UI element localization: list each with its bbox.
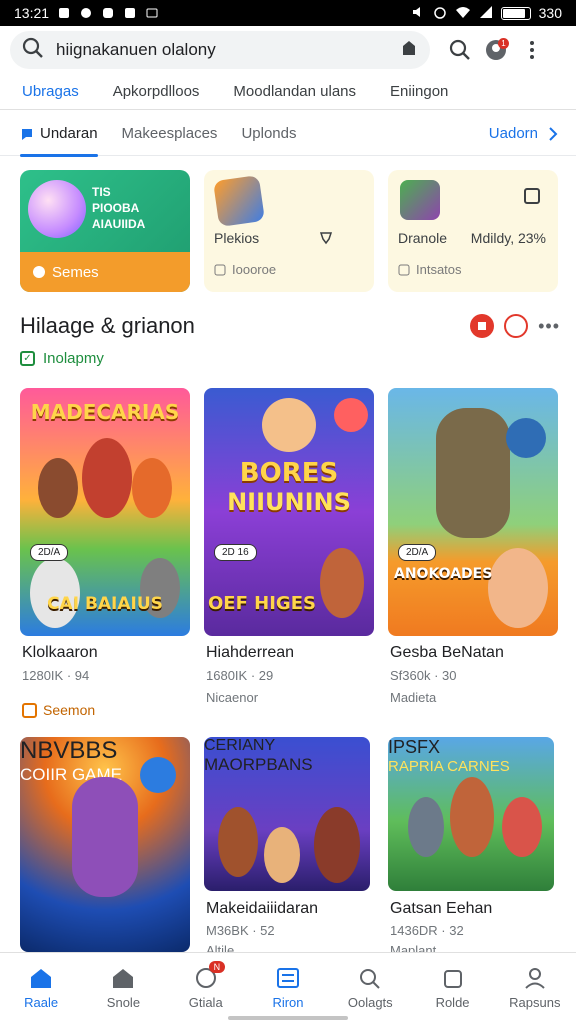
- home-icon: [31, 969, 52, 988]
- game-thumbnail: MADECARIAS 2D/A CAI BAIAIUS: [20, 388, 190, 636]
- promo-name: Dranole: [398, 230, 448, 246]
- games-grid-row2: NBVBBS COIIR GAME CERIANY MAORPBANS Make…: [20, 737, 560, 958]
- circle-icon: [79, 6, 93, 20]
- bag-icon: [443, 970, 462, 988]
- game-card[interactable]: BORES NIIUNINS 2D 16 OEF HIGES Hiahderre…: [204, 388, 374, 728]
- check-icon: [123, 6, 137, 20]
- battery-icon: [500, 6, 531, 20]
- game-card[interactable]: IPSFX RAPRIA CARNES Gatsan Eehan 1436DR …: [388, 737, 558, 958]
- account-button[interactable]: 1: [478, 32, 514, 68]
- signal-icon: [479, 5, 493, 22]
- nav-badge: N: [208, 961, 226, 973]
- game-thumbnail: NBVBBS COIIR GAME: [20, 737, 190, 952]
- promo-card-dranole[interactable]: Dranole Mdildy, 23% Intsatos: [388, 170, 558, 292]
- game-controller-icon[interactable]: [504, 314, 529, 338]
- game-thumbnail: IPSFX RAPRIA CARNES: [388, 737, 554, 891]
- subtab-undaran[interactable]: Undaran: [20, 112, 98, 157]
- chip-icon: [22, 702, 37, 718]
- game-thumbnail: BORES NIIUNINS 2D 16 OEF HIGES: [204, 388, 374, 636]
- notification-icon: [57, 6, 71, 20]
- battery-level: [502, 8, 526, 18]
- games-grid-row1: MADECARIAS 2D/A CAI BAIAIUS Klolkaaron 1…: [20, 388, 560, 728]
- search-button[interactable]: [442, 32, 478, 68]
- mute-icon: [411, 5, 425, 22]
- nav-gtiala[interactable]: N Gtiala: [165, 953, 247, 1024]
- section-header: Hilaage & grianon •••: [20, 310, 560, 342]
- promo-lines: TIS PIOOBA AIAUIIDA: [92, 185, 146, 231]
- tab-apkorpdlloos[interactable]: Apkorpdlloos: [113, 83, 200, 100]
- tab-ubragas[interactable]: Ubragas: [22, 83, 79, 100]
- wifi-icon: [455, 5, 471, 22]
- search-icon: [22, 37, 44, 64]
- status-time: 13:21: [14, 5, 50, 21]
- notification-dot: 1: [498, 38, 509, 49]
- subtab-uplonds[interactable]: Uplonds: [241, 112, 296, 156]
- image-icon: [145, 6, 159, 20]
- bottom-navigation: Raale Snole N Gtiala Riron Oolagts Rolde…: [0, 952, 576, 1024]
- seemon-chip[interactable]: Seemon: [22, 702, 95, 718]
- nav-oolagts[interactable]: Oolagts: [329, 953, 411, 1024]
- search-header: hiignakanuen olalony 1: [0, 26, 576, 74]
- more-menu-button[interactable]: [514, 32, 550, 68]
- search-bar[interactable]: hiignakanuen olalony: [10, 31, 430, 69]
- mascot-image: [28, 180, 86, 238]
- nav-riron[interactable]: Riron: [247, 953, 329, 1024]
- smile-icon: [33, 266, 45, 278]
- nav-snole[interactable]: Snole: [82, 953, 164, 1024]
- section-title: Hilaage & grianon: [20, 313, 195, 338]
- pin-icon[interactable]: [318, 230, 334, 249]
- game-card[interactable]: 2D/A ANOKOADES Gesba BeNatan Sf360k · 30…: [388, 388, 558, 728]
- check-icon: ✓: [20, 351, 35, 366]
- chat-icon: [22, 128, 32, 140]
- home-indicator[interactable]: [228, 1016, 348, 1020]
- nav-raale[interactable]: Raale: [0, 953, 82, 1024]
- promo-footer: Semes: [20, 252, 190, 292]
- app-icon: [101, 6, 115, 20]
- tab-moodlandan[interactable]: Moodlandan ulans: [233, 83, 356, 100]
- alarm-icon: [433, 5, 447, 22]
- nav-rapsuns[interactable]: Rapsuns: [494, 953, 576, 1024]
- game-card[interactable]: NBVBBS COIIR GAME: [20, 737, 190, 952]
- record-button[interactable]: [470, 314, 495, 338]
- list-icon: [276, 968, 299, 988]
- app-icon-dranole: [400, 180, 440, 220]
- sub-tabs: Undaran Makeesplaces Uplonds Uadorn: [0, 112, 576, 157]
- promo-sub: Ioooroe: [214, 262, 276, 277]
- section-more-icon[interactable]: •••: [538, 316, 560, 337]
- battery-text: 330: [538, 5, 562, 21]
- promo-card-featured[interactable]: TIS PIOOBA AIAUIIDA Semes: [20, 170, 190, 292]
- promo-sub: Intsatos: [398, 262, 462, 277]
- status-bar: 13:21 330: [0, 0, 576, 26]
- tab-eniingon[interactable]: Eniingon: [390, 83, 448, 100]
- search-query[interactable]: hiignakanuen olalony: [56, 40, 400, 60]
- game-card[interactable]: MADECARIAS 2D/A CAI BAIAIUS Klolkaaron 1…: [20, 388, 190, 728]
- app-icon-plekios: [213, 175, 265, 227]
- search-icon: [360, 969, 380, 989]
- chevron-right-icon: [549, 126, 558, 141]
- promo-name: Plekios: [214, 230, 260, 246]
- subtab-marketplaces[interactable]: Makeesplaces: [122, 112, 218, 156]
- nav-rolde[interactable]: Rolde: [411, 953, 493, 1024]
- promo-row: TIS PIOOBA AIAUIIDA Semes Plekios Ioooro…: [20, 170, 560, 292]
- promo-tag: Mdildy, 23%: [470, 230, 546, 246]
- game-card[interactable]: CERIANY MAORPBANS Makeidaiiidaran M36BK …: [204, 737, 374, 958]
- top-tabs: Ubragas Apkorpdlloos Moodlandan ulans En…: [0, 74, 576, 110]
- filter-chip[interactable]: ✓ Inolapmy: [20, 350, 104, 367]
- person-icon: [525, 968, 545, 989]
- mic-icon[interactable]: [400, 39, 418, 62]
- store-icon: [113, 969, 134, 988]
- bookmark-icon[interactable]: [524, 188, 540, 204]
- game-thumbnail: 2D/A ANOKOADES: [388, 388, 558, 636]
- game-thumbnail: CERIANY MAORPBANS: [204, 737, 370, 891]
- see-more-link[interactable]: Uadorn: [489, 125, 558, 142]
- promo-card-plekios[interactable]: Plekios Ioooroe: [204, 170, 374, 292]
